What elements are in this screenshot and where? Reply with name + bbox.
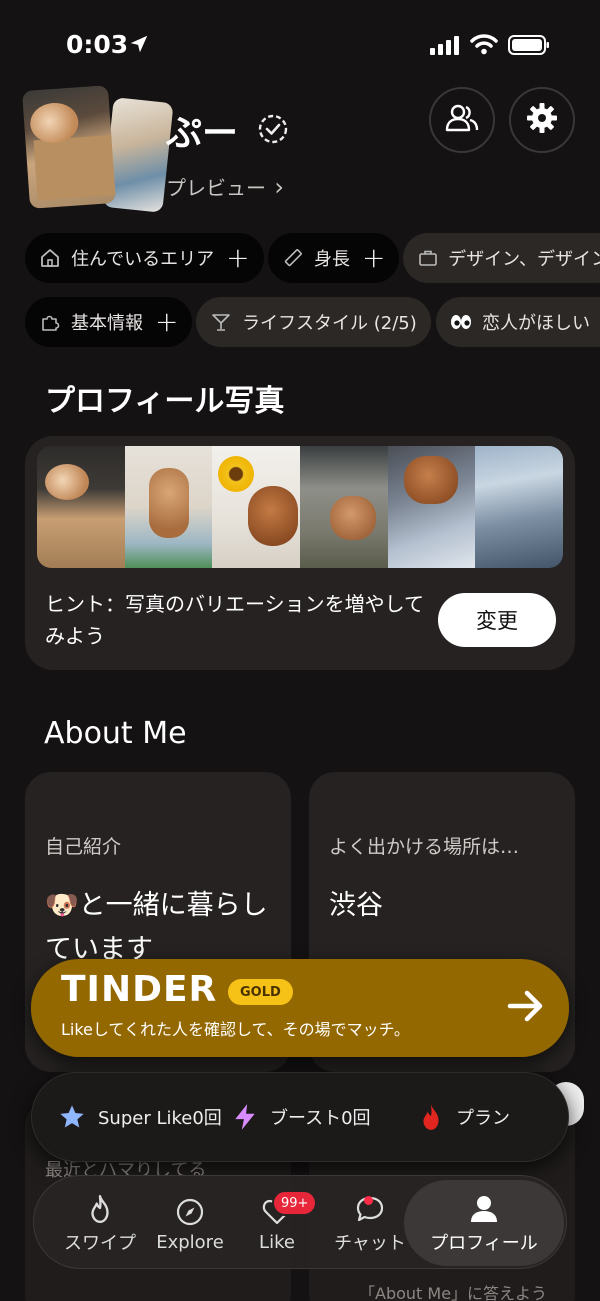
battery-icon	[508, 35, 550, 59]
wifi-icon	[470, 33, 498, 59]
arrow-right-icon	[505, 985, 547, 1031]
avatar-main-photo	[21, 85, 117, 209]
photo-3	[212, 446, 301, 568]
flame-icon	[418, 1103, 444, 1131]
about-section-title: About Me	[44, 716, 187, 751]
chip-label: 住んでいるエリア	[71, 249, 215, 270]
nav-item-like[interactable]: Like 99+	[238, 1176, 318, 1270]
people-icon	[445, 103, 479, 137]
chip-relationship-goal[interactable]: 恋人がほしい	[436, 297, 600, 347]
plus-icon: +	[226, 241, 250, 274]
chip-job[interactable]: デザイン、デザイン	[403, 233, 600, 283]
chip-lifestyle[interactable]: ライフスタイル (2/5)	[196, 297, 431, 347]
bottom-nav: スワイプ Explore Like 99+ チャット プロフィール	[33, 1175, 567, 1269]
boost-item[interactable]: ブースト0回	[232, 1103, 371, 1131]
verified-badge-icon	[257, 113, 289, 149]
photos-section-title: プロフィール写真	[45, 384, 285, 419]
chip-label: 恋人がほしい	[482, 313, 590, 334]
nav-item-explore[interactable]: Explore	[146, 1176, 234, 1270]
photo-hint: ヒント：写真のバリエーションを増やしてみよう	[45, 592, 424, 648]
home-icon	[39, 247, 61, 269]
avatar[interactable]	[21, 85, 174, 213]
settings-button[interactable]	[509, 87, 575, 153]
gear-icon	[526, 102, 558, 138]
chip-area[interactable]: 住んでいるエリア +	[25, 233, 264, 283]
nav-label: Like	[259, 1231, 295, 1253]
nav-label: プロフィール	[430, 1233, 538, 1254]
tinder-gold-banner[interactable]: TINDER GOLD Likeしてくれた人を確認して、その場でマッチ。	[31, 959, 569, 1057]
briefcase-icon	[417, 247, 438, 269]
gold-subtitle: Likeしてくれた人を確認して、その場でマッチ。	[61, 1020, 410, 1039]
compass-icon	[175, 1194, 205, 1230]
status-time: 0:03	[66, 30, 129, 59]
flame-icon	[87, 1191, 113, 1227]
puzzle-icon	[39, 311, 61, 333]
preview-label: プレビュー	[166, 176, 266, 200]
location-arrow-icon	[128, 33, 150, 59]
about-card-label: 自己紹介	[45, 836, 122, 858]
status-bar: 0:03	[0, 0, 600, 90]
chip-label: 身長	[314, 249, 350, 270]
star-icon	[58, 1103, 86, 1131]
nav-label: Explore	[156, 1231, 224, 1253]
gold-tier-badge: GOLD	[228, 979, 293, 1005]
nav-label: スワイプ	[64, 1233, 136, 1254]
quick-label: Super Like0回	[98, 1108, 222, 1129]
photos-card: ヒント：写真のバリエーションを増やしてみよう 変更	[25, 436, 575, 670]
friends-button[interactable]	[429, 87, 495, 153]
about-card-value: 渋谷	[329, 890, 383, 921]
plan-item[interactable]: プラン	[418, 1103, 510, 1131]
super-like-item[interactable]: Super Like0回	[58, 1103, 222, 1131]
ruler-icon	[282, 247, 304, 269]
photo-6	[475, 446, 563, 568]
photo-4	[300, 446, 388, 568]
chip-label: 基本情報	[71, 313, 143, 334]
about-card-label: 「About Me」に答えよう	[359, 1284, 548, 1301]
photo-2	[124, 446, 213, 568]
about-card-label: よく出かける場所は…	[329, 836, 520, 858]
boost-quick-bar: Super Like0回 ブースト0回 プラン	[31, 1072, 569, 1162]
nav-item-profile[interactable]: プロフィール	[404, 1180, 564, 1266]
preview-link[interactable]: プレビュー ›	[166, 172, 284, 201]
chip-label: ライフスタイル (2/5)	[242, 313, 417, 334]
eyes-icon	[450, 311, 472, 333]
change-photos-button[interactable]: 変更	[438, 593, 556, 647]
quick-label: ブースト0回	[270, 1108, 371, 1129]
gold-brand: TINDER	[61, 969, 218, 1010]
signal-icon	[430, 35, 460, 59]
chevron-right-icon: ›	[274, 173, 284, 201]
photo-1	[37, 446, 125, 568]
like-count-badge: 99+	[272, 1190, 318, 1216]
person-icon	[469, 1191, 499, 1227]
chat-unread-dot	[364, 1196, 373, 1205]
chip-basic-info[interactable]: 基本情報 +	[25, 297, 193, 347]
chip-label: デザイン、デザイン	[448, 249, 600, 270]
photo-strip[interactable]	[37, 446, 563, 568]
bolt-icon	[232, 1103, 258, 1131]
cocktail-icon	[210, 311, 232, 333]
nav-label: チャット	[334, 1233, 406, 1254]
quick-label: プラン	[456, 1108, 510, 1129]
nav-item-swipe[interactable]: スワイプ	[52, 1176, 148, 1270]
profile-name: ぷー	[166, 113, 239, 154]
plus-icon: +	[155, 305, 179, 338]
chip-height[interactable]: 身長 +	[268, 233, 400, 283]
photo-5	[387, 446, 476, 568]
plus-icon: +	[362, 241, 386, 274]
